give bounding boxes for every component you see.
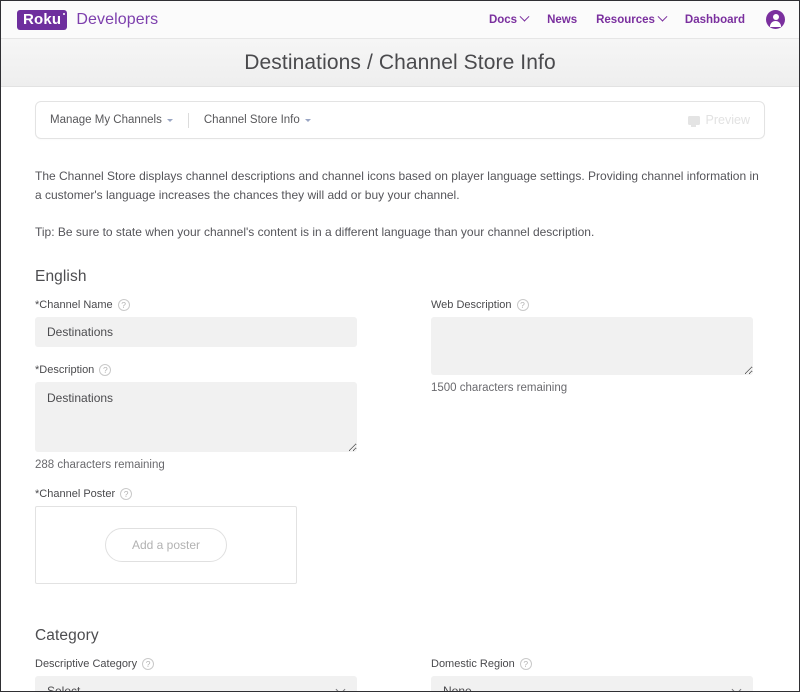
domestic-region-select[interactable]: None <box>431 676 753 691</box>
channel-name-input[interactable] <box>35 317 357 348</box>
chevron-down-icon <box>657 11 668 22</box>
nav-item-resources[interactable]: Resources <box>596 11 668 26</box>
help-icon[interactable]: ? <box>519 658 532 671</box>
page-content: Manage My Channels Channel Store Info Pr… <box>1 101 799 691</box>
preview-button-label: Preview <box>705 113 750 127</box>
field-web-description: Web Description ? 1500 characters remain… <box>431 299 753 394</box>
help-icon[interactable]: ? <box>516 299 529 312</box>
help-icon[interactable]: ? <box>117 299 130 312</box>
nav-links: Docs News Resources Dashboard <box>489 10 785 29</box>
english-right-column: Web Description ? 1500 characters remain… <box>431 299 753 601</box>
chevron-down-icon <box>519 11 530 22</box>
field-channel-name: *Channel Name ? <box>35 299 357 348</box>
dropdown-manage-my-channels[interactable]: Manage My Channels <box>50 114 173 126</box>
domestic-region-select-wrap: None <box>431 676 753 691</box>
nav-label-resources: Resources <box>596 13 655 26</box>
label-text-channel-name: *Channel Name <box>35 299 113 312</box>
label-text-channel-poster: *Channel Poster <box>35 488 116 501</box>
help-icon[interactable]: ? <box>142 658 155 671</box>
monitor-icon <box>687 115 700 127</box>
descriptive-category-select[interactable]: Select... <box>35 676 357 691</box>
english-grid: *Channel Name ? *Description ? 288 chara… <box>35 299 765 601</box>
nav-label-dashboard: Dashboard <box>684 13 745 26</box>
caret-down-icon <box>166 118 173 122</box>
category-grid: Descriptive Category ? Select... Domesti… <box>35 658 765 691</box>
label-domestic-region: Domestic Region ? <box>431 658 753 671</box>
label-description: *Description ? <box>35 364 357 377</box>
section-heading-english: English <box>35 268 87 286</box>
toolbar-divider <box>187 112 189 128</box>
page-title-band: Destinations / Channel Store Info <box>1 39 799 87</box>
breadcrumb-toolbar: Manage My Channels Channel Store Info Pr… <box>35 101 765 139</box>
intro-tip: Tip: Be sure to state when your channel'… <box>35 224 595 239</box>
help-icon[interactable]: ? <box>99 364 112 377</box>
brand-logo[interactable]: Roku Developers <box>17 9 159 30</box>
descriptive-category-select-wrap: Select... <box>35 676 357 691</box>
nav-label-docs: Docs <box>488 13 518 26</box>
nav-item-news[interactable]: News <box>547 14 577 26</box>
category-right-column: Domestic Region ? None <box>431 658 753 691</box>
nav-label-news: News <box>547 13 578 26</box>
account-avatar-icon[interactable] <box>766 10 785 29</box>
channel-poster-dropzone[interactable]: Add a poster <box>35 506 297 585</box>
label-channel-name: *Channel Name ? <box>35 299 357 312</box>
description-character-counter: 288 characters remaining <box>35 459 165 472</box>
page-title: Destinations / Channel Store Info <box>244 50 556 74</box>
category-left-column: Descriptive Category ? Select... <box>35 658 357 691</box>
caret-down-icon <box>304 118 311 122</box>
dropdown-label-manage-my-channels: Manage My Channels <box>50 114 162 126</box>
label-text-web-description: Web Description <box>431 299 512 312</box>
nav-item-dashboard[interactable]: Dashboard <box>685 14 745 26</box>
description-textarea[interactable] <box>35 382 357 453</box>
brand-word-developers: Developers <box>76 10 159 28</box>
add-poster-button[interactable]: Add a poster <box>104 528 228 563</box>
label-text-domestic-region: Domestic Region <box>431 658 515 671</box>
web-description-character-counter: 1500 characters remaining <box>431 382 568 395</box>
field-channel-poster: *Channel Poster ? Add a poster <box>35 488 357 585</box>
label-web-description: Web Description ? <box>431 299 753 312</box>
label-text-descriptive-category: Descriptive Category <box>35 658 138 671</box>
label-descriptive-category: Descriptive Category ? <box>35 658 357 671</box>
field-description: *Description ? 288 characters remaining <box>35 364 357 471</box>
top-navigation-bar: Roku Developers Docs News Resources Dash… <box>1 1 799 39</box>
roku-logo: Roku <box>17 9 68 30</box>
label-channel-poster: *Channel Poster ? <box>35 488 357 501</box>
preview-button[interactable]: Preview <box>687 113 750 127</box>
section-heading-category: Category <box>35 627 99 645</box>
app-window: Roku Developers Docs News Resources Dash… <box>0 0 800 692</box>
dropdown-label-channel-store-info: Channel Store Info <box>203 114 300 126</box>
web-description-textarea[interactable] <box>431 317 753 376</box>
intro-paragraph: The Channel Store displays channel descr… <box>35 169 759 203</box>
label-text-description: *Description <box>35 364 95 377</box>
nav-item-docs[interactable]: Docs <box>488 11 530 26</box>
help-icon[interactable]: ? <box>120 488 133 501</box>
dropdown-channel-store-info[interactable]: Channel Store Info <box>204 114 311 126</box>
english-left-column: *Channel Name ? *Description ? 288 chara… <box>35 299 357 601</box>
